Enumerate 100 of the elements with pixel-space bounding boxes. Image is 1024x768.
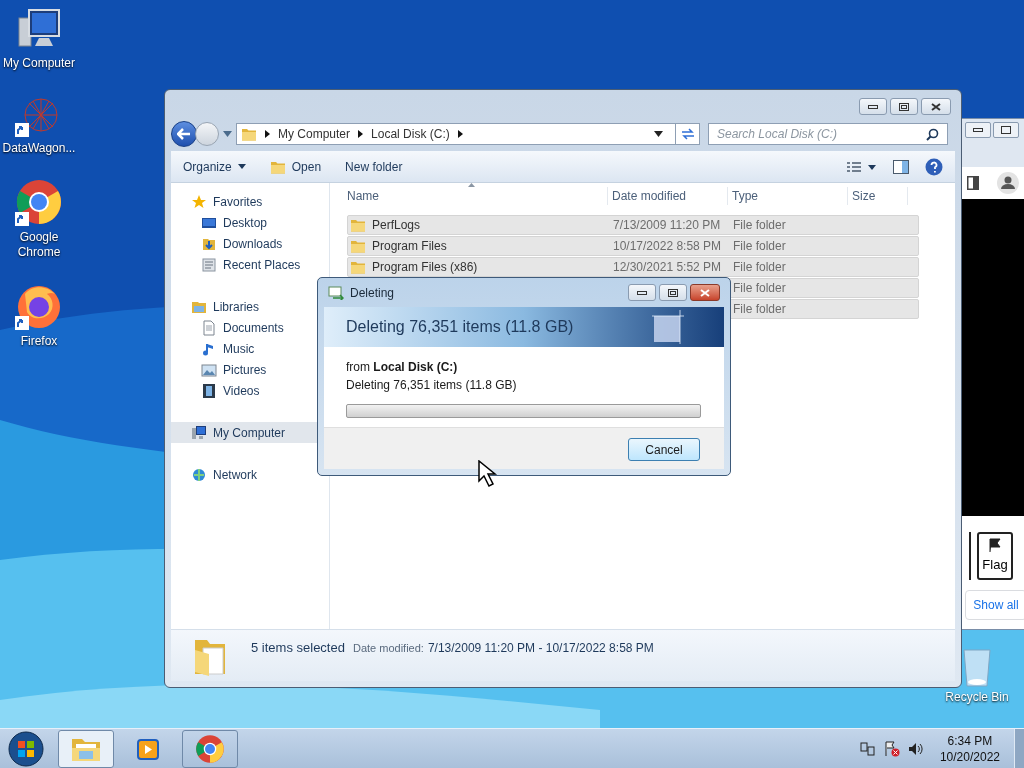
clock[interactable]: 6:34 PM 10/20/2022 [939,732,1000,765]
sort-arrow-icon [468,183,475,187]
restore-icon [668,288,678,297]
column-header[interactable]: Date modified [608,186,728,205]
date-cell: 12/30/2021 5:52 PM [613,260,722,274]
open-folder-icon [269,159,286,174]
breadcrumb-item[interactable]: My Computer [278,125,351,143]
view-list-icon[interactable] [847,160,877,173]
drive-icon [241,127,257,141]
maximize-button[interactable] [890,98,918,115]
close-icon [931,102,941,111]
start-button[interactable] [6,729,46,768]
dialog-heading: Deleting 76,351 items (11.8 GB) [346,317,574,337]
back-button[interactable] [171,121,197,147]
show-all-link[interactable]: Show all [965,590,1024,620]
minimize-icon [637,290,647,295]
dialog-title: Deleting [350,284,395,302]
desktop-icon-label[interactable]: My Computer [1,56,77,71]
nav-item[interactable]: Favorites [171,191,329,212]
refresh-arrows-icon [680,128,695,140]
back-arrow-icon [177,128,191,140]
file-name: PerfLogs [372,217,421,234]
search-icon [926,127,939,141]
avatar-icon[interactable] [997,172,1019,194]
file-row[interactable]: Program Files 10/17/2022 8:58 PM File folder [347,236,919,256]
delete-progress-icon [328,285,344,300]
close-button[interactable] [690,284,720,301]
selection-count: 5 items selected [251,639,345,657]
source-text: from Local Disk (C:) [346,359,459,376]
pictures-icon [201,361,217,378]
flag-button[interactable]: Flag [977,532,1013,580]
action-center-flag-icon[interactable] [883,740,900,757]
minimize-icon [973,128,983,132]
column-header[interactable]: Size [848,186,908,205]
nav-item[interactable]: Desktop [171,212,329,233]
minimize-button[interactable] [628,284,656,301]
film-icon [201,382,217,399]
progress-detail: Deleting 76,351 items (11.8 GB) [346,377,518,394]
network-icon [191,466,207,483]
recent-places-icon [201,256,217,273]
folder-icon [350,239,366,253]
network-status-icon[interactable] [859,740,876,757]
sidebar-icon[interactable] [967,176,979,190]
breadcrumb-arrow-icon [265,130,270,138]
recycle-bin-icon [962,648,992,688]
date-label: Date modified: [352,641,424,656]
nav-item[interactable]: Downloads [171,233,329,254]
breadcrumb-arrow-icon [457,130,463,138]
file-name: Program Files (x86) [372,259,478,276]
folder-icon [350,260,366,274]
toolbar-button[interactable]: Open [269,157,322,176]
minimize-icon [868,104,878,109]
close-icon [700,288,710,297]
preview-pane-icon[interactable] [893,159,909,174]
cancel-button[interactable]: Cancel [628,438,700,461]
file-row[interactable]: PerfLogs 7/13/2009 11:20 PM File folder [347,215,919,235]
computer-icon [191,424,207,441]
chrome-logo-icon [195,733,225,764]
glowing-square-icon [652,310,684,344]
minimize-button[interactable] [965,122,991,138]
type-cell: File folder [733,281,786,295]
toolbar-button[interactable]: Organize [183,157,246,176]
breadcrumb-item[interactable]: Local Disk (C:) [371,125,450,143]
chrome-logo-icon [15,178,63,226]
column-header[interactable]: Type [728,186,848,205]
type-cell: File folder [733,260,786,274]
address-bar[interactable]: My Computer Local Disk (C:) [236,123,700,145]
nav-item[interactable]: Music [171,338,329,359]
type-cell: File folder [733,239,786,253]
media-player-icon [136,736,160,761]
star-icon [191,193,207,210]
file-row[interactable]: Program Files (x86) 12/30/2021 5:52 PM File folder [347,257,919,277]
dropdown-caret-icon[interactable] [654,131,663,137]
column-header[interactable]: Name [347,186,608,205]
help-icon[interactable] [925,157,943,176]
close-button[interactable] [921,98,951,115]
taskbar-button[interactable] [182,729,238,768]
document-icon [201,319,217,336]
maximize-button[interactable] [659,284,687,301]
nav-item[interactable]: Pictures [171,359,329,380]
windows-orb-icon [8,730,44,767]
date-range: 7/13/2009 11:20 PM - 10/17/2022 8:58 PM [427,640,654,657]
nav-item[interactable]: Recent Places [171,254,329,275]
taskbar-button[interactable] [58,729,114,768]
toolbar-button[interactable]: New folder [345,157,403,176]
maximize-button[interactable] [993,122,1019,138]
restore-icon [899,102,909,111]
desktop-icon-label[interactable]: Google Chrome [0,230,78,260]
type-cell: File folder [733,218,786,232]
breadcrumb-arrow-icon [358,130,364,138]
date-cell: 10/17/2022 8:58 PM [613,239,722,253]
flag-icon [989,537,1001,552]
desktop-icon-label[interactable]: DataWagon... [0,141,78,156]
minimize-button[interactable] [859,98,887,115]
dropdown-caret-icon [237,164,246,169]
dropdown-caret-icon [223,131,232,137]
folder-icon [350,218,366,232]
desktop-icon-label[interactable]: Firefox [18,334,60,349]
type-cell: File folder [733,302,786,316]
file-name: Program Files [372,238,447,255]
